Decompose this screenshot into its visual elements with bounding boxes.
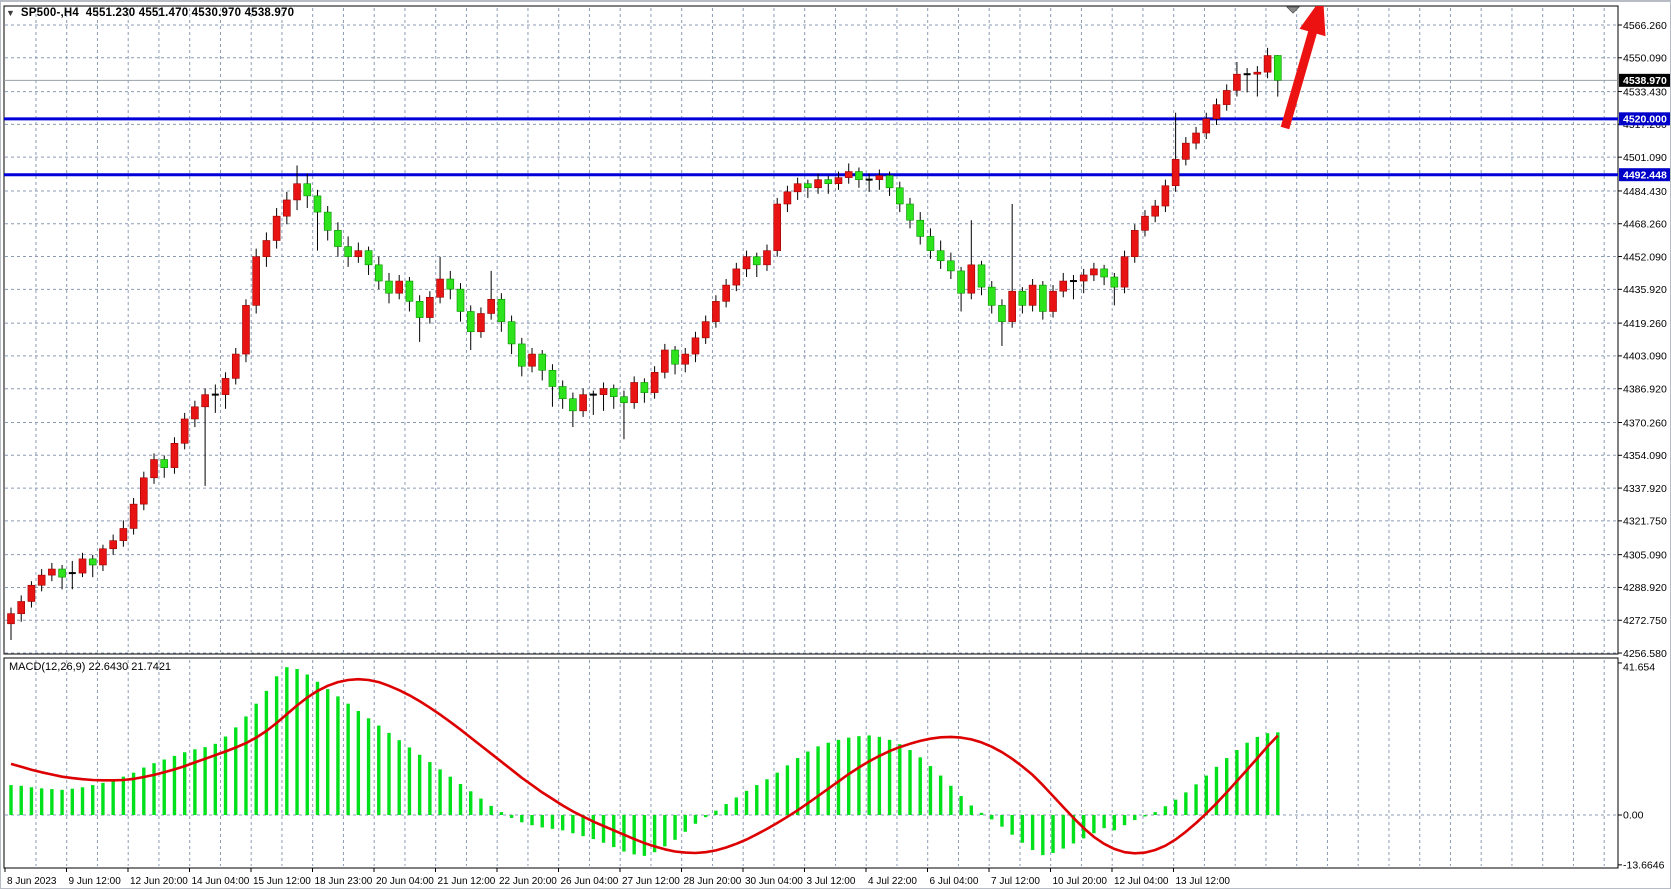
svg-text:12 Jun 20:00: 12 Jun 20:00 [130,876,188,887]
svg-text:22 Jun 20:00: 22 Jun 20:00 [499,876,557,887]
svg-text:26 Jun 04:00: 26 Jun 04:00 [561,876,619,887]
svg-text:4538.970: 4538.970 [1623,75,1667,87]
svg-text:4550.090: 4550.090 [1623,53,1667,65]
svg-text:4337.920: 4337.920 [1623,483,1667,495]
symbol-ohlc-title: SP500-,H4 4551.230 4551.470 4530.970 453… [21,7,294,19]
price-level-badge-4492.448: 4492.448 [1619,168,1671,181]
svg-text:4566.260: 4566.260 [1623,20,1667,32]
svg-text:4484.430: 4484.430 [1623,186,1667,198]
svg-text:15 Jun 12:00: 15 Jun 12:00 [253,876,311,887]
macd-axis-labels: 41.654 0.00 -13.6646 [1618,662,1665,872]
svg-text:4403.090: 4403.090 [1623,351,1667,363]
date-axis[interactable]: 8 Jun 2023 9 Jun 12:00 12 Jun 20:00 14 Jun … [5,868,1230,887]
svg-text:14 Jun 04:00: 14 Jun 04:00 [192,876,250,887]
svg-text:4468.260: 4468.260 [1623,219,1667,231]
svg-text:18 Jun 23:00: 18 Jun 23:00 [315,876,373,887]
svg-text:4533.430: 4533.430 [1623,86,1667,98]
svg-text:21 Jun 12:00: 21 Jun 12:00 [438,876,496,887]
trading-chart-window: ▼ SP500-,H4 4551.230 4551.470 4530.970 4… [0,0,1671,889]
svg-text:7 Jul 12:00: 7 Jul 12:00 [991,876,1040,887]
chevron-down-icon[interactable]: ▼ [6,8,15,18]
price-level-badge-4520.000: 4520.000 [1619,112,1671,125]
svg-text:4256.580: 4256.580 [1623,648,1667,660]
svg-text:10 Jul 20:00: 10 Jul 20:00 [1053,876,1108,887]
svg-text:0.00: 0.00 [1623,810,1644,822]
svg-text:4370.260: 4370.260 [1623,417,1667,429]
svg-text:4520.000: 4520.000 [1623,114,1667,126]
svg-text:4435.920: 4435.920 [1623,284,1667,296]
chart-title-bar: ▼ SP500-,H4 4551.230 4551.470 4530.970 4… [6,5,294,21]
svg-text:6 Jul 04:00: 6 Jul 04:00 [930,876,979,887]
svg-text:27 Jun 12:00: 27 Jun 12:00 [622,876,680,887]
svg-text:28 Jun 20:00: 28 Jun 20:00 [684,876,742,887]
svg-text:41.654: 41.654 [1623,662,1655,674]
svg-text:4321.750: 4321.750 [1623,516,1667,528]
svg-text:4288.920: 4288.920 [1623,582,1667,594]
svg-text:4354.090: 4354.090 [1623,450,1667,462]
price-chart-canvas[interactable]: 4566.2604550.0904533.4304517.2604501.090… [1,2,1671,889]
svg-text:20 Jun 04:00: 20 Jun 04:00 [376,876,434,887]
svg-text:9 Jun 12:00: 9 Jun 12:00 [69,876,122,887]
svg-text:30 Jun 04:00: 30 Jun 04:00 [745,876,803,887]
svg-text:-13.6646: -13.6646 [1623,859,1665,871]
svg-text:3 Jul 12:00: 3 Jul 12:00 [807,876,856,887]
svg-text:12 Jul 04:00: 12 Jul 04:00 [1114,876,1169,887]
svg-text:4492.448: 4492.448 [1623,169,1667,181]
svg-text:4305.090: 4305.090 [1623,549,1667,561]
current-price-badge: 4538.970 [1619,74,1671,87]
svg-text:4501.090: 4501.090 [1623,152,1667,164]
svg-text:4419.260: 4419.260 [1623,318,1667,330]
svg-text:8 Jun 2023: 8 Jun 2023 [7,876,57,887]
macd-indicator-label: MACD(12,26,9) 22.6430 21.7421 [9,661,171,673]
svg-text:4452.090: 4452.090 [1623,251,1667,263]
svg-text:4 Jul 22:00: 4 Jul 22:00 [868,876,917,887]
svg-text:4386.920: 4386.920 [1623,384,1667,396]
svg-text:13 Jul 12:00: 13 Jul 12:00 [1176,876,1231,887]
svg-text:4272.750: 4272.750 [1623,615,1667,627]
